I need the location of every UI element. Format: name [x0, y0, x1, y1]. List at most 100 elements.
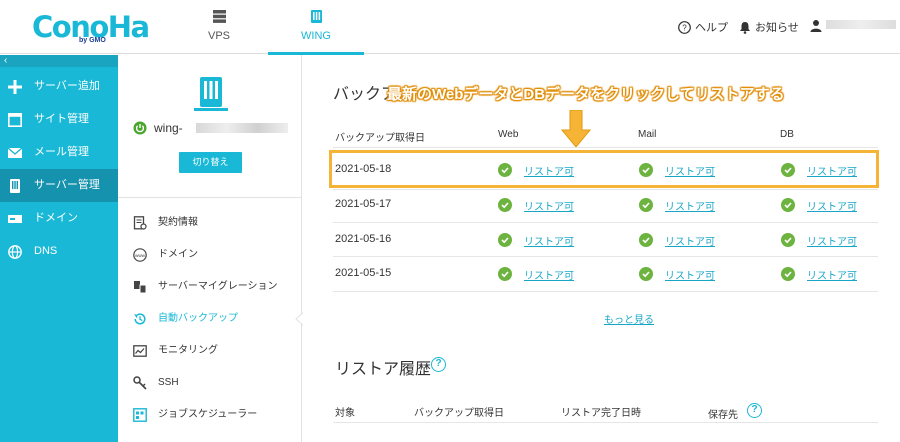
domain-icon — [8, 215, 22, 223]
tab-vps[interactable]: VPS — [171, 0, 267, 54]
restore-web-link[interactable]: リストア可 — [524, 198, 574, 213]
subnav-item-label: サーバーマイグレーション — [158, 281, 278, 292]
wing-server-icon — [194, 77, 228, 111]
mail-icon — [8, 147, 22, 158]
restore-web-link[interactable]: リストア可 — [524, 233, 574, 248]
sidebar: ‹ サーバー追加 サイト管理 メール管理 サーバー管理 ドメイン DNS — [0, 55, 118, 442]
tab-wing[interactable]: WING — [268, 0, 364, 55]
more-link[interactable]: もっと見る — [604, 311, 654, 326]
history-col-destination: 保存先 — [708, 410, 738, 421]
history-col-backup-date: バックアップ取得日 — [414, 408, 504, 419]
restore-web-link[interactable]: リストア可 — [524, 163, 574, 178]
sidebar-item-label: サーバー追加 — [34, 80, 100, 92]
check-icon — [498, 198, 512, 212]
divider — [118, 197, 302, 198]
wing-server-icon — [311, 10, 322, 23]
sidebar-item-label: サイト管理 — [34, 113, 89, 125]
subnav-item-contract[interactable]: 契約情報 — [118, 211, 302, 235]
plus-icon — [8, 80, 22, 94]
subnav-item-migration[interactable]: サーバーマイグレーション — [118, 275, 302, 299]
switch-server-button[interactable]: 切り替え — [179, 152, 242, 173]
subnav-item-backup[interactable]: 自動バックアップ — [118, 307, 302, 331]
sidebar-item-server[interactable]: サーバー管理 — [0, 169, 118, 202]
tab-vps-label: VPS — [207, 30, 230, 42]
subnav-item-label: SSH — [158, 377, 179, 388]
check-icon — [781, 198, 795, 212]
sidebar-item-mail[interactable]: メール管理 — [0, 136, 118, 169]
server-subpanel: wing- 切り替え 契約情報 www ドメイン サーバーマイグレーション 自動… — [118, 55, 302, 442]
header-divider — [333, 422, 878, 423]
restore-history-title: リストア履歴 — [335, 361, 432, 378]
backup-date: 2021-05-15 — [335, 267, 392, 279]
sidebar-item-label: ドメイン — [34, 212, 78, 224]
restore-web-link[interactable]: リストア可 — [524, 267, 574, 282]
server-stack-icon — [213, 10, 226, 23]
col-header-date: バックアップ取得日 — [335, 133, 425, 144]
subnav-item-monitoring[interactable]: モニタリング — [118, 339, 302, 363]
migration-icon — [134, 281, 147, 294]
help-icon[interactable]: ? — [747, 403, 762, 418]
backup-icon — [134, 313, 146, 325]
user-menu[interactable] — [810, 19, 896, 32]
sidebar-item-dns[interactable]: DNS — [0, 235, 118, 268]
server-name: wing- — [154, 121, 183, 135]
restore-db-link[interactable]: リストア可 — [807, 198, 857, 213]
username-blurred — [826, 20, 896, 29]
help-link[interactable]: ? ヘルプ — [678, 19, 728, 35]
tab-wing-label: WING — [301, 30, 331, 42]
sidebar-collapse-button[interactable]: ‹ — [0, 55, 118, 67]
bell-icon — [740, 22, 750, 34]
sidebar-item-site[interactable]: サイト管理 — [0, 103, 118, 136]
sidebar-item-label: サーバー管理 — [34, 179, 100, 191]
check-icon — [781, 163, 795, 177]
sidebar-item-add-server[interactable]: サーバー追加 — [0, 70, 118, 103]
subnav-item-label: 自動バックアップ — [158, 313, 238, 324]
help-label: ヘルプ — [695, 22, 728, 34]
window-icon — [8, 113, 22, 127]
scheduler-icon — [133, 408, 147, 422]
svg-text:www: www — [135, 253, 145, 258]
backup-date: 2021-05-16 — [335, 233, 392, 245]
sidebar-item-label: メール管理 — [34, 146, 89, 158]
restore-db-link[interactable]: リストア可 — [807, 163, 857, 178]
check-icon — [498, 267, 512, 281]
history-col-restore-done: リストア完了日時 — [561, 408, 641, 419]
restore-mail-link[interactable]: リストア可 — [665, 198, 715, 213]
check-icon — [639, 233, 653, 247]
restore-mail-link[interactable]: リストア可 — [665, 163, 715, 178]
restore-mail-link[interactable]: リストア可 — [665, 233, 715, 248]
row-divider — [333, 189, 878, 190]
check-icon — [498, 163, 512, 177]
www-icon: www — [133, 248, 147, 262]
conoha-logo[interactable]: ConoHa by GMO — [32, 10, 150, 46]
help-icon[interactable]: ? — [431, 357, 446, 372]
annotation-arrow — [561, 110, 591, 148]
restore-mail-link[interactable]: リストア可 — [665, 267, 715, 282]
notice-label: お知らせ — [755, 22, 799, 34]
subnav-item-scheduler[interactable]: ジョブスケジューラー — [118, 403, 302, 427]
main-content: バックア 最新のWebデータとDBデータをクリックしてリストアする バックアップ… — [303, 55, 900, 442]
check-icon — [781, 233, 795, 247]
subnav-item-label: ジョブスケジューラー — [158, 409, 258, 420]
logo-sub: by GMO — [79, 37, 106, 44]
restore-db-link[interactable]: リストア可 — [807, 233, 857, 248]
monitor-icon — [133, 345, 147, 357]
subnav-item-ssh[interactable]: SSH — [118, 371, 302, 395]
help-icon: ? — [678, 21, 691, 34]
backup-date: 2021-05-18 — [335, 163, 392, 175]
subnav-item-domain[interactable]: www ドメイン — [118, 243, 302, 267]
restore-db-link[interactable]: リストア可 — [807, 267, 857, 282]
header-divider — [333, 147, 878, 148]
sidebar-item-domain[interactable]: ドメイン — [0, 202, 118, 235]
row-divider — [333, 291, 878, 292]
sidebar-item-label: DNS — [34, 245, 58, 257]
top-bar: ConoHa by GMO VPS WING ? ヘルプ お知らせ — [0, 0, 900, 55]
backup-date: 2021-05-17 — [335, 198, 392, 210]
check-icon — [639, 163, 653, 177]
user-icon — [810, 20, 822, 32]
server-name-blurred — [196, 123, 288, 133]
history-col-target: 対象 — [335, 408, 355, 419]
notice-link[interactable]: お知らせ — [739, 19, 799, 35]
check-icon — [639, 267, 653, 281]
svg-text:?: ? — [682, 24, 687, 33]
